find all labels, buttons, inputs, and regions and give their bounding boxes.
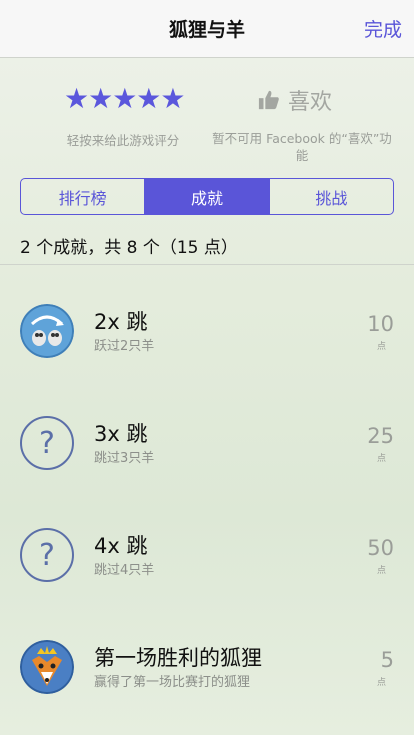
points-unit: 点 [376,454,386,464]
star-rating[interactable]: ★★★★★ [64,82,186,115]
rating-area: ★★★★★ 喜欢 轻按来给此游戏评分 暂不可用 Facebook 的“喜欢”功能 [0,58,414,168]
achievement-title: 3x 跳 [94,422,148,446]
tab-achievements[interactable]: 成就 [145,179,270,214]
achievement-desc: 跃过2只羊 [94,339,155,354]
fox-crown-icon [20,640,74,694]
achievement-title: 4x 跳 [94,534,148,558]
tab-leaderboard[interactable]: 排行榜 [21,179,146,214]
achievement-points: 10 [367,312,394,336]
segmented-control: 排行榜 成就 挑战 [20,178,394,215]
sheep-jump-icon [20,304,74,358]
rate-caption: 轻按来给此游戏评分 [66,133,180,148]
question-icon: ? [20,416,74,470]
achievement-title: 2x 跳 [94,310,148,334]
question-icon: ? [20,528,74,582]
thumbs-up-icon [258,90,279,110]
like-label: 喜欢 [288,90,333,115]
achievement-row[interactable]: ? 3x 跳 跳过3只羊 25 点 [0,380,414,492]
done-button[interactable]: 完成 [364,15,402,42]
points-unit: 点 [376,566,386,576]
achievement-row[interactable]: 第一场胜利的狐狸 赢得了第一场比赛打的狐狸 5 点 [0,604,414,716]
achievement-desc: 跳过3只羊 [94,451,155,466]
page-title: 狐狸与羊 [168,19,245,41]
achievement-points: 25 [367,424,394,448]
achievement-row[interactable]: ? 4x 跳 跳过4只羊 50 点 [0,492,414,604]
divider [0,264,414,265]
points-unit: 点 [376,678,386,688]
achievement-row[interactable]: 2x 跳 跃过2只羊 10 点 [0,268,414,380]
tab-challenges[interactable]: 挑战 [270,179,393,214]
achievement-desc: 跳过4只羊 [94,563,155,578]
achievement-desc: 赢得了第一场比赛打的狐狸 [94,675,251,690]
like-caption: 暂不可用 Facebook 的“喜欢”功能 [212,131,392,163]
achievement-title: 第一场胜利的狐狸 [94,646,262,670]
like-button[interactable]: 喜欢 [258,84,332,116]
achievement-points: 50 [367,536,394,560]
achievement-points: 5 [380,648,394,672]
points-unit: 点 [376,342,386,352]
nav-bar: 狐狸与羊 完成 [0,0,414,58]
achievement-summary: 2 个成就，共 8 个（15 点） [20,238,238,258]
